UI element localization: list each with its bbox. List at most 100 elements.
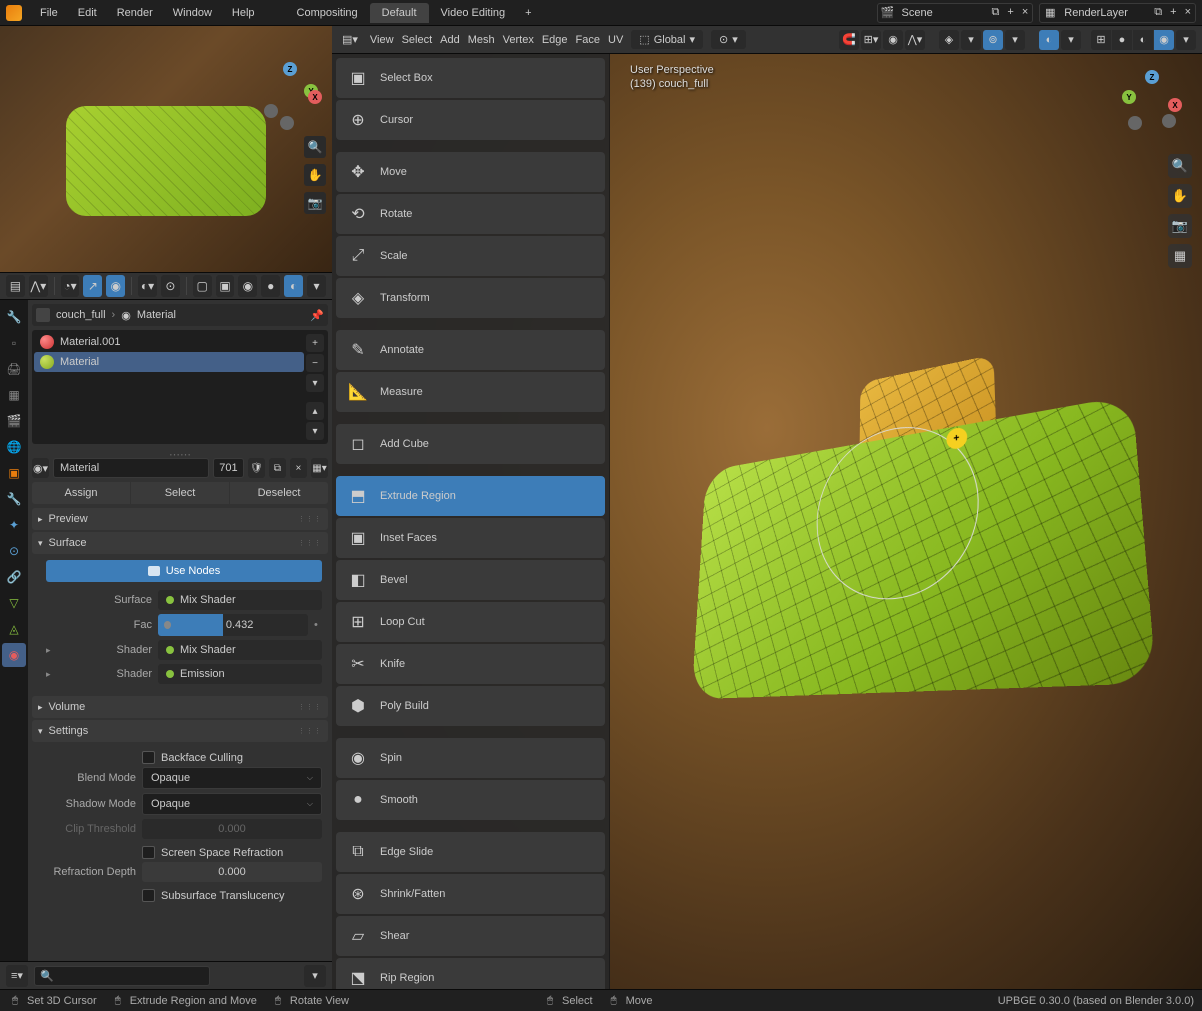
breadcrumb-object[interactable]: couch_full — [56, 309, 106, 321]
scene-new-icon[interactable]: + — [1003, 6, 1017, 19]
panel-surface-header[interactable]: ▾ Surface ⋮⋮⋮ — [32, 532, 328, 554]
tool-shrink/fatten[interactable]: ⊛Shrink/Fatten — [336, 874, 605, 914]
preview-camera-icon[interactable]: 📷 — [304, 192, 326, 214]
axis-y-icon[interactable]: Y — [1122, 90, 1136, 104]
surface-type-field[interactable]: Mix Shader — [158, 590, 322, 610]
3d-viewport[interactable]: User Perspective (139) couch_full + Z Y … — [610, 54, 1202, 989]
hdr-marker-icon[interactable]: ◔▾ — [61, 275, 80, 297]
preview-zoom-icon[interactable]: 🔍 — [304, 136, 326, 158]
assign-button[interactable]: Assign — [32, 482, 130, 504]
panel-volume-header[interactable]: ▸ Volume ⋮⋮⋮ — [32, 696, 328, 718]
tool-add-cube[interactable]: ◻Add Cube — [336, 424, 605, 464]
tool-loop-cut[interactable]: ⊞Loop Cut — [336, 602, 605, 642]
material-list-item[interactable]: Material.001 — [34, 332, 304, 352]
shading-solid-icon[interactable]: ● — [1112, 30, 1132, 50]
breadcrumb-material[interactable]: Material — [137, 309, 176, 321]
blend-mode-select[interactable]: Opaque ⌵ — [142, 767, 322, 789]
orientation-dropdown[interactable]: ⬚ Global ▾ — [631, 30, 703, 49]
viewlayer-browse-icon[interactable]: ⧉ — [1150, 6, 1166, 19]
workspace-tab-default[interactable]: Default — [370, 3, 429, 23]
ptab-modifier-icon[interactable]: 🔧 — [2, 487, 26, 511]
hdr-dropdown-icon[interactable]: ⋀▾ — [29, 275, 48, 297]
ptab-object-icon[interactable]: ▣ — [2, 461, 26, 485]
panel-grip-icon[interactable]: ⋮⋮⋮ — [298, 539, 322, 547]
menu-help[interactable]: Help — [222, 7, 265, 19]
menu-window[interactable]: Window — [163, 7, 222, 19]
fac-slider[interactable]: 0.432 — [158, 614, 308, 636]
proportional-type-icon[interactable]: ⋀▾ — [905, 30, 925, 50]
ptab-material-icon[interactable]: ◉ — [2, 643, 26, 667]
material-new-icon[interactable]: ⧉ — [269, 458, 286, 478]
axis-neg2-icon[interactable] — [1162, 114, 1176, 128]
axis-x-icon[interactable]: X — [1168, 98, 1182, 112]
editor-type-icon[interactable]: ▤▾ — [338, 33, 362, 46]
ptab-particle-icon[interactable]: ✦ — [2, 513, 26, 537]
scene-input[interactable] — [898, 7, 988, 19]
ptab-render-icon[interactable]: ▫ — [2, 331, 26, 355]
hdr-shading4-icon[interactable]: ● — [261, 275, 280, 297]
workspace-tab-video-editing[interactable]: Video Editing — [429, 3, 518, 23]
viewport-zoom-icon[interactable]: 🔍 — [1168, 154, 1192, 178]
refraction-depth-field[interactable]: 0.000 — [142, 862, 322, 882]
axis-z-icon[interactable]: Z — [1145, 70, 1159, 84]
panel-settings-header[interactable]: ▾ Settings ⋮⋮⋮ — [32, 720, 328, 742]
viewlayer-input[interactable] — [1060, 7, 1150, 19]
panel-grip-icon[interactable]: ⋮⋮⋮ — [298, 515, 322, 523]
axis-neg-icon[interactable] — [1128, 116, 1142, 130]
footer-editor-icon[interactable]: ≡▾ — [6, 965, 28, 987]
panel-grip-icon[interactable]: ⋮⋮⋮ — [298, 727, 322, 735]
use-nodes-button[interactable]: Use Nodes — [46, 560, 322, 582]
material-list-item[interactable]: Material — [34, 352, 304, 372]
hdr-shading6-icon[interactable]: ▾ — [307, 275, 326, 297]
gizmo-toggle-icon[interactable]: ◈ — [939, 30, 959, 50]
vp-menu-uv[interactable]: UV — [608, 34, 623, 46]
material-fake-user-icon[interactable]: 🛡 — [248, 458, 265, 478]
footer-filter-icon[interactable]: ▾ — [304, 965, 326, 987]
ptab-constraint-icon[interactable]: 🔗 — [2, 565, 26, 589]
ptab-world-icon[interactable]: 🌐 — [2, 435, 26, 459]
tool-edge-slide[interactable]: ⧉Edge Slide — [336, 832, 605, 872]
tool-bevel[interactable]: ◧Bevel — [336, 560, 605, 600]
tool-poly-build[interactable]: ⬢Poly Build — [336, 686, 605, 726]
material-name-input[interactable] — [53, 458, 209, 478]
ptab-vertex-icon[interactable]: ◬ — [2, 617, 26, 641]
sst-checkbox[interactable] — [142, 889, 155, 902]
shading-options-icon[interactable]: ▾ — [1176, 30, 1196, 50]
panel-preview-header[interactable]: ▸ Preview ⋮⋮⋮ — [32, 508, 328, 530]
hdr-shading1-icon[interactable]: ▢ — [193, 275, 212, 297]
hdr-overlay1-icon[interactable]: ◐▾ — [138, 275, 157, 297]
tool-spin[interactable]: ◉Spin — [336, 738, 605, 778]
viewlayer-new-icon[interactable]: + — [1166, 6, 1180, 19]
vp-menu-edge[interactable]: Edge — [542, 34, 568, 46]
shader1-field[interactable]: Mix Shader — [158, 640, 322, 660]
tool-rotate[interactable]: ⟲Rotate — [336, 194, 605, 234]
viewport-axis-gizmo[interactable]: Z Y X — [1122, 74, 1182, 134]
axis-neg2-icon[interactable] — [280, 116, 294, 130]
menu-render[interactable]: Render — [107, 7, 163, 19]
shadow-mode-select[interactable]: Opaque ⌵ — [142, 793, 322, 815]
vp-menu-face[interactable]: Face — [576, 34, 600, 46]
material-users-count[interactable]: 701 — [213, 458, 244, 478]
panel-grip-icon[interactable]: ⋮⋮⋮ — [298, 703, 322, 711]
scene-field[interactable]: 🎬 ⧉ + × — [877, 3, 1034, 23]
ptab-scene-icon[interactable]: 🎬 — [2, 409, 26, 433]
xray-icon[interactable]: ◐ — [1039, 30, 1059, 50]
material-node-icon[interactable]: ▦▾ — [311, 458, 328, 478]
vp-menu-add[interactable]: Add — [440, 34, 460, 46]
viewlayer-delete-icon[interactable]: × — [1181, 6, 1195, 19]
axis-z-icon[interactable]: Z — [283, 62, 297, 76]
material-remove-button[interactable]: − — [306, 354, 324, 372]
expand-icon[interactable]: ▸ — [46, 669, 56, 680]
viewport-camera-icon[interactable]: 📷 — [1168, 214, 1192, 238]
hdr-overlay2-icon[interactable]: ⊙ — [161, 275, 180, 297]
tool-transform[interactable]: ◈Transform — [336, 278, 605, 318]
tool-inset-faces[interactable]: ▣Inset Faces — [336, 518, 605, 558]
material-move-up-button[interactable]: ▴ — [306, 402, 324, 420]
ptab-data-icon[interactable]: ▽ — [2, 591, 26, 615]
tool-select-box[interactable]: ▣Select Box — [336, 58, 605, 98]
properties-search-input[interactable] — [34, 966, 210, 986]
axis-x-icon[interactable]: X — [308, 90, 322, 104]
backface-culling-checkbox[interactable] — [142, 751, 155, 764]
preview-pan-icon[interactable]: ✋ — [304, 164, 326, 186]
hdr-snap-icon[interactable]: ↗ — [83, 275, 102, 297]
